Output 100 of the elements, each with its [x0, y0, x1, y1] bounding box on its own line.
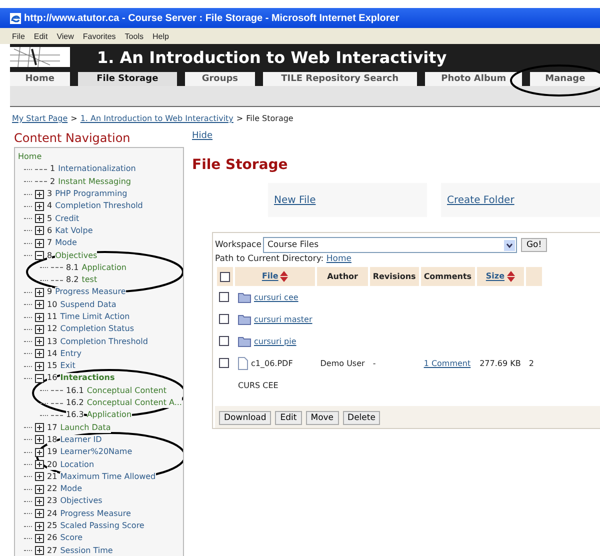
content-link[interactable]: Location — [60, 460, 94, 470]
content-link[interactable]: Mode — [55, 238, 77, 248]
menu-item[interactable]: Edit — [34, 32, 48, 40]
select-all-checkbox[interactable] — [220, 272, 230, 282]
content-link[interactable]: Learner%20Name — [60, 447, 132, 458]
nav-tab[interactable]: Photo Album — [424, 72, 522, 86]
menu-item[interactable]: File — [12, 32, 25, 40]
expand-icon[interactable] — [35, 300, 44, 310]
content-link[interactable]: Entry — [60, 348, 82, 359]
content-link[interactable]: Instant Messaging — [58, 176, 131, 187]
content-link[interactable]: Maximum Time Allowed — [60, 472, 156, 482]
content-link[interactable]: Conceptual Content A... — [86, 398, 182, 408]
content-link[interactable]: Suspend Data — [60, 300, 116, 310]
expand-icon[interactable] — [35, 496, 44, 506]
nav-tab[interactable]: Manage — [530, 72, 600, 86]
expand-icon[interactable] — [35, 460, 44, 470]
content-link[interactable]: Learner ID — [60, 434, 102, 445]
content-link[interactable]: Score — [60, 533, 83, 544]
menu-item[interactable]: Favorites — [82, 32, 116, 40]
nav-tab[interactable]: Groups — [185, 72, 255, 86]
expand-icon[interactable] — [35, 448, 44, 457]
menu-item[interactable]: Tools — [124, 32, 144, 40]
expand-icon[interactable] — [35, 190, 44, 199]
content-link[interactable]: Internationalization — [58, 164, 136, 174]
content-link[interactable]: Mode — [60, 484, 82, 494]
section-number: 8.1 — [66, 262, 79, 273]
expand-icon[interactable] — [35, 435, 44, 444]
tree-connector — [24, 526, 32, 527]
action-button[interactable]: Move — [306, 411, 339, 425]
content-link[interactable]: Conceptual Content — [86, 386, 166, 396]
folder-link[interactable]: cursuri master — [254, 314, 312, 324]
expand-icon[interactable] — [35, 362, 44, 371]
content-link[interactable]: Launch Data — [60, 422, 111, 433]
expand-icon[interactable] — [35, 238, 44, 248]
content-link[interactable]: Kat Volpe — [55, 226, 93, 236]
expand-icon[interactable] — [35, 522, 44, 531]
content-link[interactable]: Application — [86, 410, 132, 420]
workspace-dropdown[interactable]: Course Files — [263, 237, 518, 253]
expand-icon[interactable] — [35, 337, 44, 346]
content-link[interactable]: Completion Threshold — [60, 336, 148, 347]
home-link[interactable]: Home — [18, 151, 183, 164]
comments-link[interactable]: 1 Comment — [424, 358, 471, 368]
collapse-icon[interactable] — [35, 374, 44, 383]
folder-link[interactable]: cursuri pie — [254, 336, 296, 346]
content-link[interactable]: Credit — [55, 214, 80, 224]
action-button[interactable]: Edit — [275, 411, 302, 425]
action-link[interactable]: New File — [274, 194, 316, 206]
expand-icon[interactable] — [35, 534, 44, 543]
row-checkbox[interactable] — [219, 314, 229, 324]
content-link[interactable]: Completion Status — [60, 324, 134, 334]
nav-tab[interactable]: Home — [10, 72, 70, 86]
tree-connector — [24, 452, 32, 453]
collapse-icon[interactable] — [35, 251, 44, 260]
content-link[interactable]: Progress Measure — [60, 508, 131, 519]
table-cell-text: Demo User — [319, 358, 366, 370]
content-link[interactable]: PHP Programming — [55, 189, 128, 200]
action-link[interactable]: Create Folder — [447, 194, 514, 206]
menu-item[interactable]: Help — [152, 32, 169, 40]
content-link[interactable]: Session Time — [60, 546, 113, 556]
content-link[interactable]: Scaled Passing Score — [60, 521, 144, 532]
path-link[interactable]: Home — [326, 254, 352, 264]
expand-icon[interactable] — [35, 484, 44, 494]
action-button[interactable]: Delete — [342, 411, 380, 425]
breadcrumb-link[interactable]: My Start Page — [12, 114, 68, 123]
expand-icon[interactable] — [35, 509, 44, 518]
content-link[interactable]: Completion Threshold — [55, 201, 143, 212]
column-header[interactable]: Size — [476, 267, 524, 286]
expand-icon[interactable] — [35, 349, 44, 358]
content-link[interactable]: test — [82, 275, 98, 286]
action-button[interactable]: Download — [219, 411, 272, 425]
content-link[interactable]: Progress Measure — [55, 287, 126, 298]
expand-icon[interactable] — [35, 288, 44, 297]
go-button[interactable]: Go! — [521, 238, 547, 252]
section-number: 10 — [47, 300, 58, 310]
content-link[interactable]: Objectives — [55, 250, 98, 261]
content-link[interactable]: Interactions — [60, 373, 115, 384]
nav-tab[interactable]: TILE Repository Search — [262, 72, 417, 86]
expand-icon[interactable] — [35, 546, 44, 556]
content-link[interactable]: Objectives — [60, 496, 102, 506]
expand-icon[interactable] — [35, 324, 44, 334]
folder-link[interactable]: cursuri cee — [254, 292, 298, 302]
row-checkbox[interactable] — [219, 292, 229, 302]
row-checkbox[interactable] — [219, 358, 229, 368]
expand-icon[interactable] — [35, 312, 44, 322]
content-link[interactable]: Time Limit Action — [60, 312, 130, 322]
hide-link[interactable]: Hide — [192, 131, 213, 141]
tree-connector — [40, 414, 48, 416]
section-number: 16.2 — [66, 398, 84, 408]
expand-icon[interactable] — [35, 226, 44, 236]
expand-icon[interactable] — [35, 423, 44, 432]
nav-tab[interactable]: File Storage — [78, 72, 178, 86]
column-header[interactable]: File — [235, 267, 316, 286]
section-number: 24 — [47, 508, 58, 519]
expand-icon[interactable] — [35, 472, 44, 482]
menu-item[interactable]: View — [56, 32, 74, 40]
content-link[interactable]: Application — [82, 262, 126, 273]
breadcrumb-link[interactable]: 1. An Introduction to Web Interactivity — [80, 114, 234, 123]
expand-icon[interactable] — [35, 202, 44, 211]
row-checkbox[interactable] — [219, 336, 229, 346]
expand-icon[interactable] — [35, 214, 44, 224]
